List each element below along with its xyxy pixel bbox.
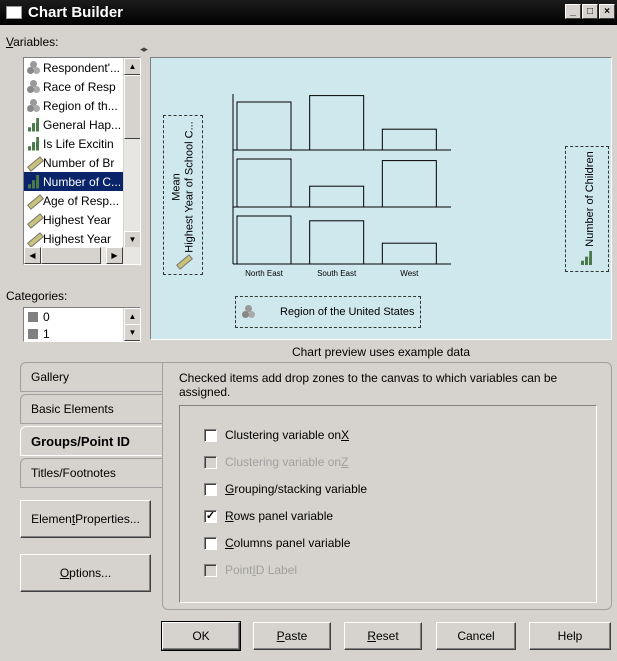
scale-icon bbox=[27, 156, 41, 170]
grouping-stacking-checkbox[interactable]: Grouping/stacking variable bbox=[204, 482, 367, 496]
scroll-thumb[interactable] bbox=[124, 75, 140, 139]
x-axis-drop-zone[interactable]: Region of the United States bbox=[235, 296, 421, 328]
tab-groups-point-id[interactable]: Groups/Point ID bbox=[20, 426, 162, 456]
checkbox-box[interactable] bbox=[204, 428, 217, 442]
variable-item[interactable]: Highest Year bbox=[24, 210, 124, 229]
maximize-button[interactable]: □ bbox=[582, 4, 598, 19]
reset-button[interactable]: Reset bbox=[344, 622, 422, 650]
chart-bar bbox=[309, 220, 365, 265]
scale-icon bbox=[176, 254, 190, 268]
clustering-z-checkbox: Clustering variable on Z bbox=[204, 455, 348, 469]
scale-icon bbox=[27, 213, 41, 227]
variables-horizontal-scrollbar[interactable]: ◀ ▶ bbox=[24, 247, 140, 264]
nominal-icon bbox=[27, 60, 41, 75]
variable-item[interactable]: Race of Resp bbox=[24, 77, 124, 96]
chart-bar bbox=[381, 242, 437, 265]
checkbox-checked-icon[interactable]: ✓ bbox=[204, 509, 217, 523]
scroll-up-icon[interactable]: ▲ bbox=[124, 308, 140, 325]
variable-item[interactable]: General Hap... bbox=[24, 115, 124, 134]
splitter-arrows-icon[interactable]: ◂▸ bbox=[140, 44, 148, 55]
checkbox-box bbox=[204, 455, 217, 469]
scroll-up-icon[interactable]: ▲ bbox=[124, 58, 140, 75]
tab-list: Gallery Basic Elements Groups/Point ID T… bbox=[20, 362, 162, 490]
chart-bar bbox=[381, 160, 437, 208]
variable-item[interactable]: Respondent'... bbox=[24, 58, 124, 77]
title-bar: Chart Builder _ □ × bbox=[0, 0, 617, 25]
ok-button[interactable]: OK bbox=[161, 621, 241, 651]
x-axis-variable-label: Region of the United States bbox=[280, 306, 415, 318]
rows-panel-variable-label: Number of Children bbox=[584, 151, 596, 247]
options-button[interactable]: Options... bbox=[20, 554, 151, 592]
panel-description: Checked items add drop zones to the canv… bbox=[179, 371, 558, 399]
variable-item-selected[interactable]: Number of C... bbox=[24, 172, 124, 191]
ordinal-icon bbox=[27, 136, 41, 151]
nominal-icon bbox=[27, 98, 41, 113]
variables-list[interactable]: Respondent'... Race of Resp Region of th… bbox=[23, 57, 141, 265]
category-swatch-icon bbox=[28, 311, 38, 322]
help-button[interactable]: Help bbox=[529, 622, 611, 650]
close-button[interactable]: × bbox=[599, 4, 615, 19]
variables-label: Variables: bbox=[6, 35, 59, 49]
cancel-button[interactable]: Cancel bbox=[436, 622, 516, 650]
categories-scrollbar[interactable]: ▲ ▼ bbox=[123, 308, 140, 341]
rows-panel-checkbox[interactable]: ✓ Rows panel variable bbox=[204, 509, 333, 523]
variable-item[interactable]: Age of Resp... bbox=[24, 191, 124, 210]
y-axis-drop-zone[interactable]: Mean Highest Year of School C... bbox=[163, 115, 203, 275]
window-title: Chart Builder bbox=[28, 4, 124, 21]
y-axis-variable-label: Highest Year of School C... bbox=[183, 121, 196, 253]
ordinal-icon bbox=[27, 174, 41, 189]
preview-note: Chart preview uses example data bbox=[291, 345, 471, 359]
point-id-label-checkbox: Point ID Label bbox=[204, 563, 297, 577]
chart-bar bbox=[236, 101, 292, 151]
columns-panel-checkbox[interactable]: Columns panel variable bbox=[204, 536, 350, 550]
scroll-down-icon[interactable]: ▼ bbox=[124, 231, 140, 248]
chart-canvas[interactable]: North East South East West Mean Highest Ye… bbox=[150, 57, 612, 340]
groups-panel: Checked items add drop zones to the canv… bbox=[162, 362, 612, 610]
chart-bar bbox=[236, 158, 292, 208]
variable-item[interactable]: Is Life Excitin bbox=[24, 134, 124, 153]
nominal-icon bbox=[242, 305, 256, 319]
clustering-x-checkbox[interactable]: Clustering variable on X bbox=[204, 428, 349, 442]
variable-item[interactable]: Number of Br bbox=[24, 153, 124, 172]
checkbox-box[interactable] bbox=[204, 482, 217, 496]
scroll-left-icon[interactable]: ◀ bbox=[24, 247, 41, 264]
element-properties-button[interactable]: Elemen t Properties... bbox=[20, 500, 151, 538]
y-axis-stat-label: Mean bbox=[170, 173, 183, 201]
scroll-right-icon[interactable]: ▶ bbox=[106, 247, 123, 264]
checkbox-box bbox=[204, 563, 217, 577]
rows-panel-drop-zone[interactable]: Number of Children bbox=[565, 146, 609, 272]
scroll-down-icon[interactable]: ▼ bbox=[124, 324, 140, 341]
variable-item[interactable]: Highest Year bbox=[24, 229, 124, 248]
chart-bar bbox=[309, 95, 365, 151]
checkbox-box[interactable] bbox=[204, 536, 217, 550]
categories-label: Categories: bbox=[6, 289, 68, 303]
minimize-button[interactable]: _ bbox=[565, 4, 581, 19]
ordinal-icon bbox=[27, 117, 41, 132]
x-tick-label: North East bbox=[245, 269, 284, 278]
categories-list[interactable]: 0 1 ▲ ▼ bbox=[23, 307, 141, 342]
tab-titles-footnotes[interactable]: Titles/Footnotes bbox=[20, 458, 162, 488]
paste-button[interactable]: Paste bbox=[253, 622, 331, 650]
x-tick-label: South East bbox=[317, 269, 357, 278]
variables-vertical-scrollbar[interactable]: ▲ ▼ bbox=[123, 58, 140, 248]
tab-gallery[interactable]: Gallery bbox=[20, 362, 162, 392]
chart-bar bbox=[236, 215, 292, 265]
options-group: Clustering variable on X Clustering vari… bbox=[179, 405, 597, 603]
scale-icon bbox=[27, 232, 41, 246]
chart-bar bbox=[309, 185, 365, 208]
app-icon bbox=[6, 6, 22, 19]
scroll-thumb[interactable] bbox=[41, 247, 101, 264]
scale-icon bbox=[27, 194, 41, 208]
chart-bar bbox=[381, 128, 437, 151]
nominal-icon bbox=[27, 79, 41, 94]
tab-basic-elements[interactable]: Basic Elements bbox=[20, 394, 162, 424]
category-swatch-icon bbox=[28, 328, 38, 339]
x-tick-label: West bbox=[400, 269, 419, 278]
variable-item[interactable]: Region of th... bbox=[24, 96, 124, 115]
